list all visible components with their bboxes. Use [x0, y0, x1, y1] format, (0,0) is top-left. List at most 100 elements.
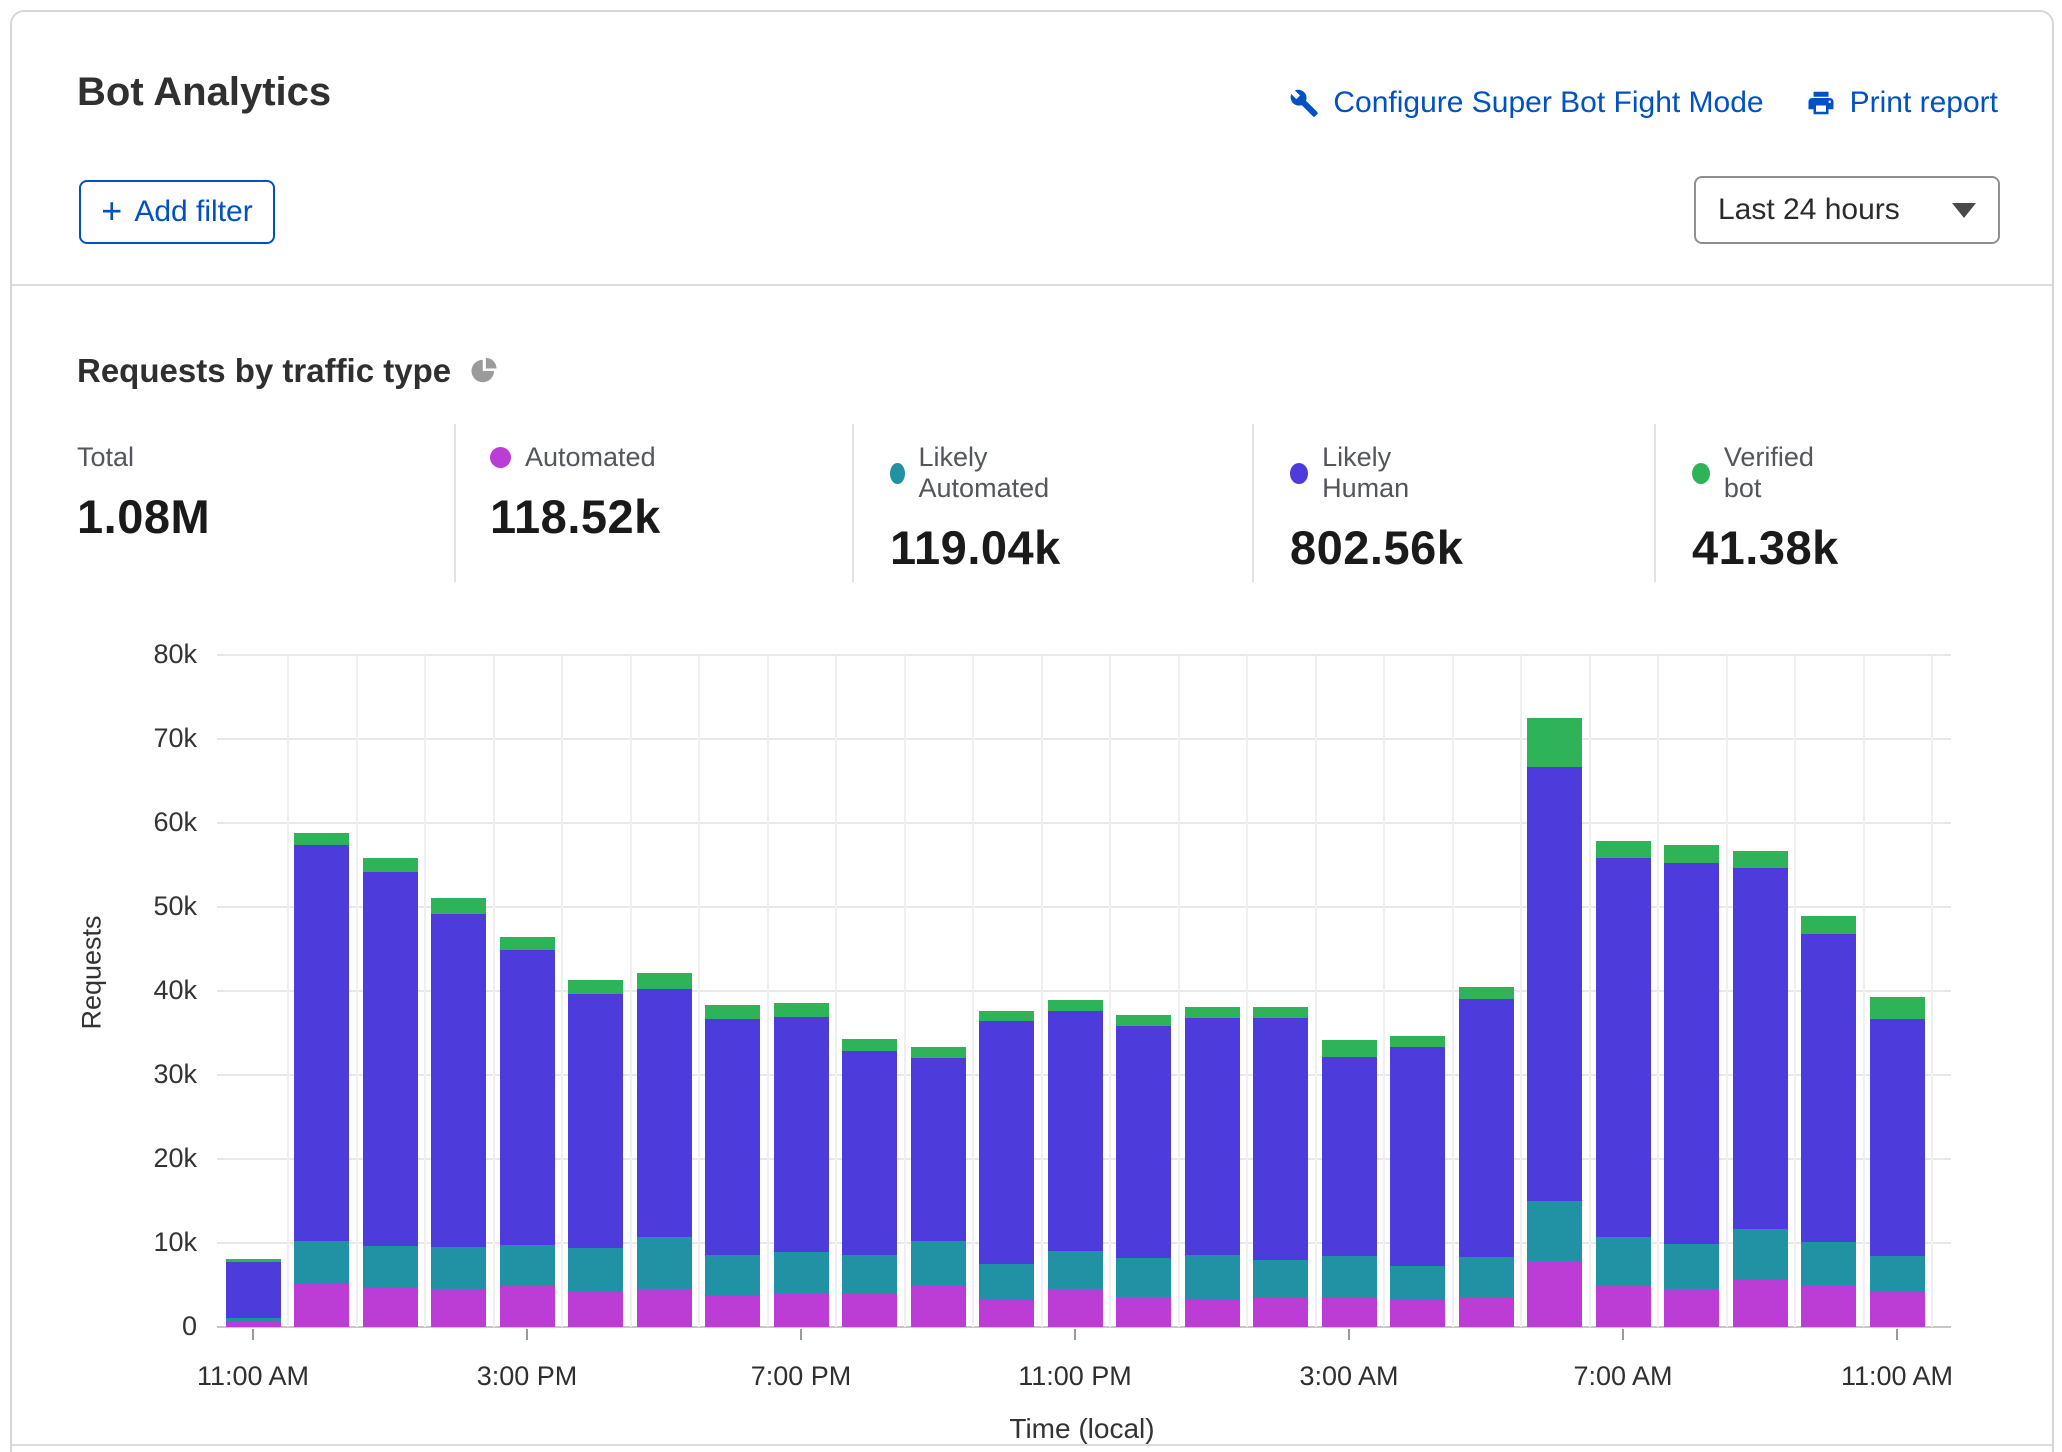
- x-gridline: [972, 655, 974, 1327]
- bar-15-200am[interactable]: [1253, 1007, 1308, 1327]
- bar-13-1200am[interactable]: [1116, 1015, 1171, 1327]
- bar-16-300am[interactable]: [1322, 1040, 1377, 1327]
- stat-label: Automated: [525, 442, 656, 473]
- bar-segment-likely-automated: [1048, 1251, 1103, 1290]
- bar-segment-automated: [500, 1286, 555, 1327]
- bar-23-1000am[interactable]: [1801, 916, 1856, 1327]
- bar-segment-likely-human: [1253, 1018, 1308, 1260]
- bar-segment-verified-bot: [1048, 1000, 1103, 1011]
- add-filter-button[interactable]: + Add filter: [79, 180, 275, 244]
- bar-segment-likely-automated: [431, 1247, 486, 1289]
- bar-segment-likely-human: [774, 1017, 829, 1252]
- bar-21-800am[interactable]: [1664, 845, 1719, 1327]
- x-tick-mark: [1348, 1329, 1350, 1340]
- bar-0-1100am[interactable]: [226, 1259, 281, 1327]
- bar-3-200pm[interactable]: [431, 898, 486, 1327]
- x-gridline: [1657, 655, 1659, 1327]
- x-tick-label: 3:00 AM: [1239, 1361, 1459, 1392]
- bar-19-600am[interactable]: [1527, 718, 1582, 1327]
- bar-segment-automated: [1116, 1297, 1171, 1327]
- bar-segment-automated: [1596, 1286, 1651, 1327]
- y-tick-label: 50k: [99, 891, 197, 922]
- bar-17-400am[interactable]: [1390, 1036, 1445, 1327]
- bar-segment-verified-bot: [500, 937, 555, 950]
- x-gridline: [1452, 655, 1454, 1327]
- bar-1-1200pm[interactable]: [294, 833, 349, 1327]
- stat-divider: [1252, 424, 1254, 582]
- bar-segment-verified-bot: [1801, 916, 1856, 934]
- bar-segment-likely-automated: [637, 1237, 692, 1289]
- bar-7-600pm[interactable]: [705, 1005, 760, 1327]
- bar-4-300pm[interactable]: [500, 937, 555, 1327]
- bar-24-1100am[interactable]: [1870, 997, 1925, 1327]
- bar-segment-automated: [1390, 1299, 1445, 1327]
- bar-12-1100pm[interactable]: [1048, 1000, 1103, 1327]
- bar-18-500am[interactable]: [1459, 987, 1514, 1327]
- bar-segment-automated: [1664, 1289, 1719, 1327]
- bar-segment-likely-automated: [1870, 1256, 1925, 1291]
- x-gridline: [1589, 655, 1591, 1327]
- bar-segment-likely-automated: [294, 1241, 349, 1284]
- x-gridline: [1178, 655, 1180, 1327]
- bar-9-800pm[interactable]: [842, 1039, 897, 1327]
- bar-segment-likely-human: [842, 1051, 897, 1255]
- x-tick-label: 11:00 AM: [1787, 1361, 2007, 1392]
- bar-segment-likely-automated: [1116, 1258, 1171, 1297]
- bar-segment-likely-human: [705, 1019, 760, 1255]
- y-gridline: [217, 822, 1951, 824]
- bar-2-100pm[interactable]: [363, 858, 418, 1327]
- x-gridline: [287, 655, 289, 1327]
- configure-super-bot-fight-mode-link[interactable]: Configure Super Bot Fight Mode: [1289, 86, 1763, 120]
- stat-likely-automated[interactable]: Likely Automated119.04k: [890, 442, 1061, 575]
- x-tick-mark: [1074, 1329, 1076, 1340]
- bar-segment-verified-bot: [363, 858, 418, 871]
- bottom-divider: [12, 1444, 2052, 1446]
- bar-segment-likely-human: [979, 1021, 1034, 1264]
- x-gridline: [698, 655, 700, 1327]
- stat-total[interactable]: Total1.08M: [77, 442, 210, 544]
- bar-14-100am[interactable]: [1185, 1007, 1240, 1327]
- bar-segment-likely-automated: [979, 1264, 1034, 1299]
- time-range-dropdown[interactable]: Last 24 hours: [1694, 176, 2000, 244]
- bar-segment-verified-bot: [1390, 1036, 1445, 1047]
- y-tick-label: 20k: [99, 1143, 197, 1174]
- bar-segment-automated: [294, 1283, 349, 1327]
- stat-divider: [1654, 424, 1656, 582]
- bar-segment-verified-bot: [1664, 845, 1719, 863]
- bar-segment-likely-automated: [1459, 1257, 1514, 1297]
- section-title: Requests by traffic type: [77, 352, 451, 390]
- bar-segment-automated: [774, 1293, 829, 1327]
- bar-8-700pm[interactable]: [774, 1003, 829, 1327]
- stat-label: Verified bot: [1724, 442, 1839, 504]
- x-gridline: [1041, 655, 1043, 1327]
- bar-6-500pm[interactable]: [637, 973, 692, 1327]
- bar-segment-likely-automated: [842, 1255, 897, 1294]
- y-tick-label: 80k: [99, 639, 197, 670]
- bar-11-1000pm[interactable]: [979, 1011, 1034, 1327]
- x-gridline: [1383, 655, 1385, 1327]
- bar-segment-automated: [226, 1322, 281, 1327]
- bar-segment-likely-human: [294, 845, 349, 1241]
- stat-automated[interactable]: Automated118.52k: [490, 442, 661, 544]
- bar-10-900pm[interactable]: [911, 1047, 966, 1327]
- bar-segment-likely-human: [637, 989, 692, 1237]
- stat-verified-bot[interactable]: Verified bot 41.38k: [1692, 442, 1839, 575]
- bar-segment-verified-bot: [431, 898, 486, 914]
- bar-22-900am[interactable]: [1733, 851, 1788, 1327]
- bar-segment-automated: [1733, 1280, 1788, 1327]
- stat-likely-human[interactable]: Likely Human802.56k: [1290, 442, 1463, 575]
- bar-segment-likely-human: [1596, 858, 1651, 1237]
- y-tick-label: 60k: [99, 807, 197, 838]
- bar-20-700am[interactable]: [1596, 841, 1651, 1327]
- bar-segment-likely-automated: [1527, 1201, 1582, 1261]
- bar-5-400pm[interactable]: [568, 980, 623, 1327]
- x-gridline: [835, 655, 837, 1327]
- y-tick-label: 70k: [99, 723, 197, 754]
- add-filter-label: Add filter: [134, 195, 252, 229]
- bar-segment-likely-human: [431, 914, 486, 1247]
- y-tick-label: 10k: [99, 1227, 197, 1258]
- stat-value: 41.38k: [1692, 520, 1839, 575]
- bot-analytics-card: Bot Analytics Configure Super Bot Fight …: [10, 10, 2054, 1452]
- print-report-link[interactable]: Print report: [1806, 86, 1998, 120]
- bar-segment-likely-automated: [1664, 1244, 1719, 1289]
